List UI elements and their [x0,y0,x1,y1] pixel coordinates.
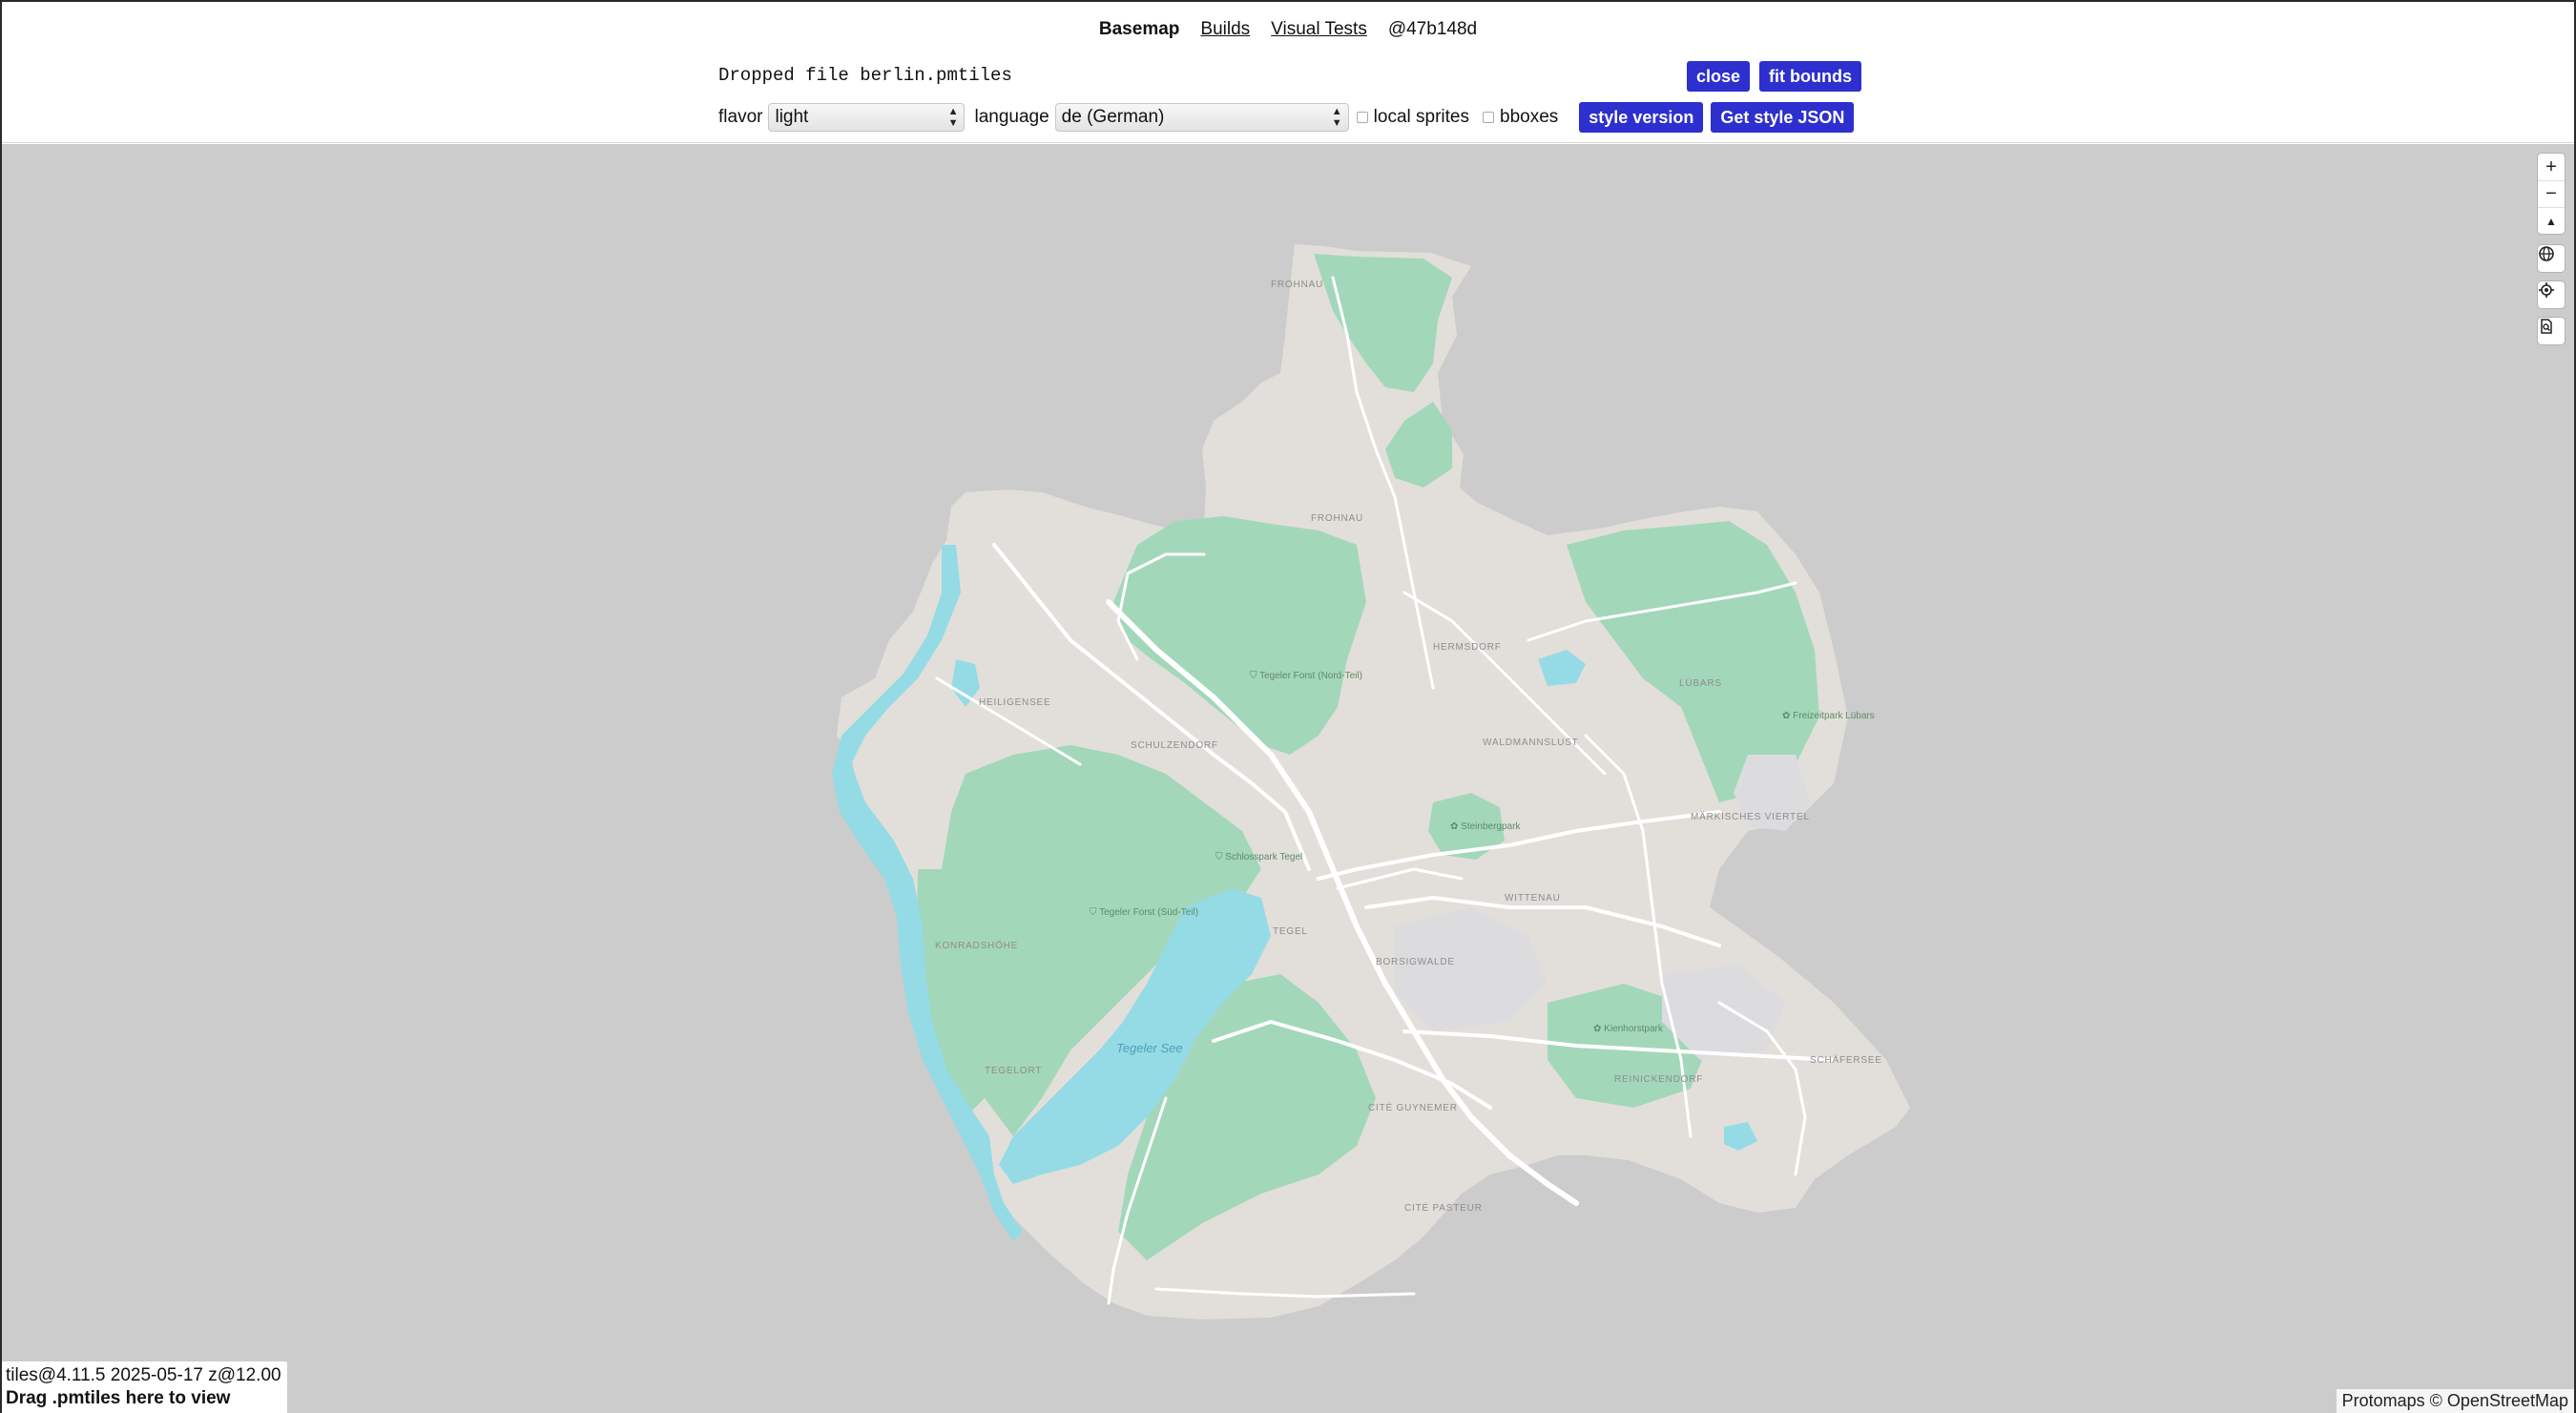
place-label: SCHÄFERSEE [1810,1055,1882,1066]
inspect-icon[interactable] [2538,318,2565,344]
place-label: BORSIGWALDE [1376,957,1455,967]
tiles-info-box: tiles@4.11.5 2025-05-17 z@12.00 Drag .pm… [2,1361,287,1413]
place-label: WITTENAU [1505,893,1561,904]
commit-hash: @47b148d [1387,19,1478,39]
place-label: REINICKENDORF [1614,1074,1704,1085]
globe-icon[interactable] [2538,245,2565,272]
place-label: WALDMANNSLUST [1483,738,1579,748]
get-style-json-button[interactable]: Get style JSON [1711,102,1855,133]
place-label: SCHULZENDORF [1131,740,1218,751]
park-label: ⛉ Schlosspark Tegel [1215,852,1302,863]
bboxes-checkbox[interactable] [1483,112,1494,123]
drop-actions: close fit bounds [1686,61,1861,92]
park-name: Steinbergpark [1461,821,1521,832]
park-name: Tegeler Forst (Süd-Teil) [1099,907,1199,918]
local-sprites-toggle[interactable]: local sprites [1356,107,1469,128]
water-label: Tegeler See [1116,1041,1183,1055]
zoom-in-button[interactable]: + [2538,154,2565,180]
controls-row: flavor light ▲ ▼ language de (German) ▲ ▼ … [718,101,1861,134]
language-select[interactable]: de (German) ▲ ▼ [1054,103,1349,132]
park-icon: ✿ [1782,711,1794,721]
place-label: HERMSDORF [1433,642,1502,653]
flavor-select[interactable]: light ▲ ▼ [768,103,966,132]
globe-control [2538,245,2565,272]
fit-bounds-button[interactable]: fit bounds [1759,61,1861,92]
park-icon: ⛉ [1250,671,1260,681]
zoom-out-button[interactable]: − [2538,180,2565,207]
local-sprites-label: local sprites [1373,107,1469,127]
builds-link[interactable]: Builds [1200,19,1250,40]
place-label: TEGELORT [985,1066,1043,1076]
park-icon: ✿ [1450,821,1462,832]
flavor-label: flavor [718,107,763,127]
place-label: CITÉ GUYNEMER [1368,1103,1458,1113]
park-icon: ✿ [1593,1024,1605,1034]
park-icon: ⛉ [1090,907,1100,918]
place-label: TEGEL [1273,926,1308,937]
dropped-file-message: Dropped file berlin.pmtiles [718,65,1012,86]
style-version-button[interactable]: style version [1579,102,1704,133]
close-button[interactable]: close [1686,61,1751,92]
header: Basemap Builds Visual Tests @47b148d Dro… [2,2,2574,143]
inspect-control [2538,318,2565,344]
place-label: LÜBARS [1679,678,1722,689]
place-label: MÄRKISCHES VIERTEL [1691,812,1810,822]
bboxes-label: bboxes [1500,107,1559,127]
park-label: ✿ Steinbergpark [1450,821,1520,833]
drop-row: Dropped file berlin.pmtiles close fit bo… [718,61,1861,94]
local-sprites-checkbox[interactable] [1356,112,1368,123]
bboxes-toggle[interactable]: bboxes [1483,107,1558,128]
drag-hint: Drag .pmtiles here to view [6,1388,231,1408]
park-name: Freizeitpark Lübars [1793,711,1875,721]
tiles-version: tiles@4.11.5 2025-05-17 z@12.00 [6,1365,281,1385]
place-label: HEILIGENSEE [979,697,1051,708]
park-label: ✿ Freizeitpark Lübars [1782,711,1875,722]
flavor-value: light [775,107,809,127]
page: Basemap Builds Visual Tests @47b148d Dro… [0,0,2576,1413]
park-label: ⛉ Tegeler Forst (Süd-Teil) [1090,907,1198,919]
brand-title: Basemap [1098,19,1180,39]
place-label: CITÉ PASTEUR [1404,1203,1483,1214]
park-name: Kienhorstpark [1604,1024,1663,1034]
language-value: de (German) [1061,107,1165,127]
park-name: Schlosspark Tegel [1225,852,1303,862]
map-render [832,244,1910,1319]
geolocate-icon[interactable] [2538,281,2565,308]
park-label: ⛉ Tegeler Forst (Nord-Teil) [1250,671,1362,682]
attribution[interactable]: Protomaps © OpenStreetMap [2336,1389,2574,1413]
park-label: ✿ Kienhorstpark [1593,1024,1663,1035]
map-canvas[interactable]: FROHNAU FROHNAU HERMSDORF HEILIGENSEE SC… [2,144,2574,1413]
park-icon: ⛉ [1215,852,1226,862]
top-nav: Basemap Builds Visual Tests @47b148d [2,19,2574,40]
place-label: FROHNAU [1271,280,1324,290]
place-label: KONRADSHÖHE [935,941,1019,951]
park-name: Tegeler Forst (Nord-Teil) [1259,671,1362,681]
place-label: FROHNAU [1311,513,1364,524]
geolocate-control [2538,281,2565,308]
visual-tests-link[interactable]: Visual Tests [1271,19,1367,40]
compass-button[interactable]: ▲ [2538,207,2565,234]
select-arrows-icon: ▲ ▼ [1331,106,1342,129]
zoom-controls: + − ▲ [2538,154,2565,234]
language-label: language [974,107,1049,127]
select-arrows-icon: ▲ ▼ [947,106,959,129]
